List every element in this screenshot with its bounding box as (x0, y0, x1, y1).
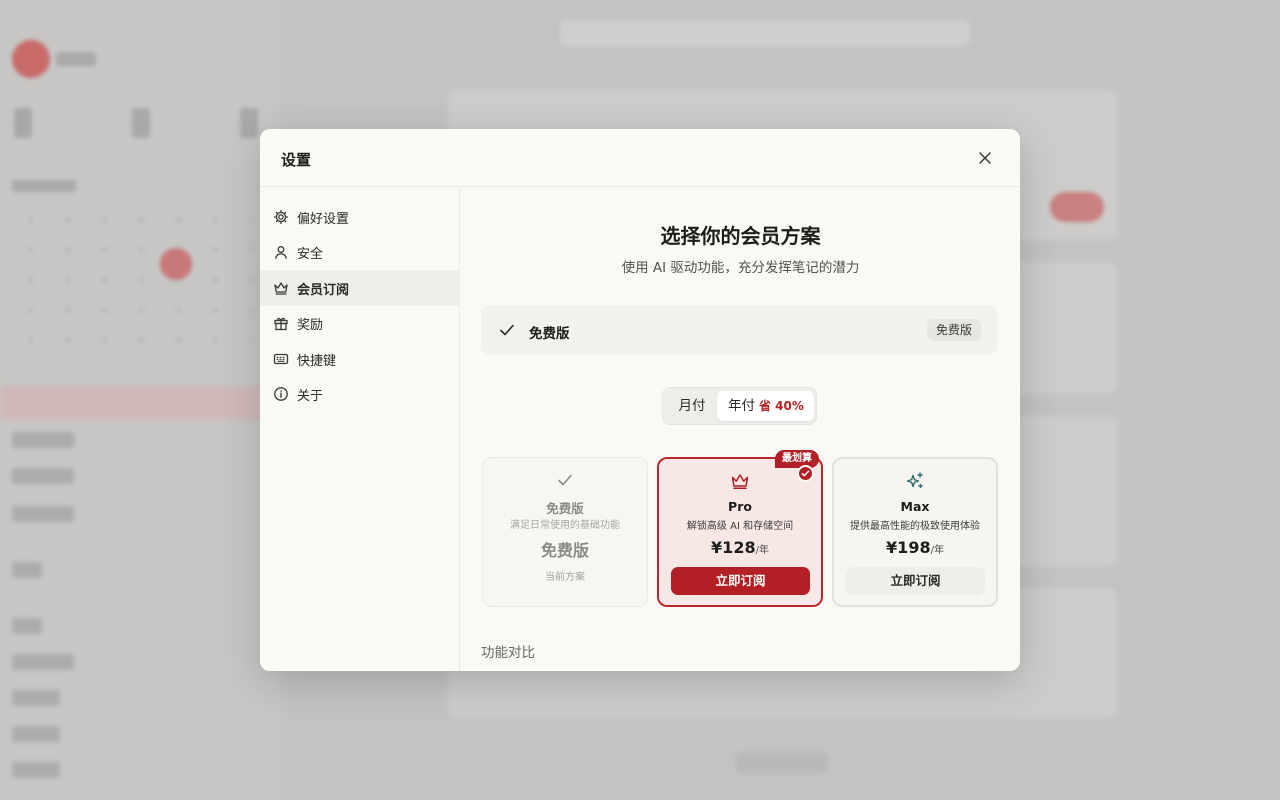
plan-name: Pro (728, 499, 752, 514)
background-nav-item (12, 618, 42, 634)
plan-description: 满足日常使用的基础功能 (510, 520, 620, 531)
settings-modal: 设置 偏好设置 安全 会员订阅 奖励 快捷键 关于 选择你的会员方案 使用 AI… (260, 129, 1020, 671)
sidebar-item-rewards[interactable]: 奖励 (260, 305, 460, 341)
background-nav-item (12, 432, 74, 448)
background-nav-item (12, 654, 74, 670)
plan-price-unit: /年 (755, 545, 769, 556)
subscribe-pro-button[interactable]: 立即订阅 (671, 567, 810, 595)
plan-price-unit: /年 (930, 545, 944, 556)
background-calendar (12, 205, 252, 365)
membership-content: 选择你的会员方案 使用 AI 驱动功能，充分发挥笔记的潜力 免费版 免费版 月付… (461, 187, 1020, 671)
background-nav-item (12, 726, 60, 742)
subscribe-max-button[interactable]: 立即订阅 (846, 567, 985, 595)
plan-card-max[interactable]: Max 提供最高性能的极致使用体验 ¥198/年 立即订阅 (832, 457, 998, 607)
background-nav-item (12, 690, 60, 706)
sidebar-item-preferences[interactable]: 偏好设置 (260, 199, 460, 235)
plan-name: 免费版 (546, 501, 584, 516)
sidebar-item-label: 奖励 (297, 317, 324, 333)
sparkles-icon (834, 471, 996, 491)
plan-price: ¥198/年 (834, 538, 996, 557)
keyboard-icon (273, 351, 289, 367)
background-search (560, 20, 970, 46)
modal-header: 设置 (260, 129, 1020, 187)
page-subtitle: 使用 AI 驱动功能，充分发挥笔记的潜力 (621, 260, 860, 276)
gear-icon (273, 209, 289, 225)
selected-check-icon (797, 465, 814, 482)
billing-save-badge: 省 40% (759, 399, 804, 413)
sidebar-item-label: 安全 (297, 246, 324, 262)
background-nav-item (12, 468, 74, 484)
background-logo-text (56, 52, 96, 66)
sidebar-item-about[interactable]: 关于 (260, 376, 460, 412)
plan-name: Max (900, 499, 930, 514)
plan-price-value: ¥128 (711, 538, 756, 557)
background-stat (240, 108, 258, 138)
settings-sidebar: 偏好设置 安全 会员订阅 奖励 快捷键 关于 (260, 187, 460, 671)
billing-toggle: 月付 年付省 40% (662, 387, 817, 425)
background-pager (736, 752, 828, 774)
plan-card-free[interactable]: 免费版 满足日常使用的基础功能 免费版 当前方案 (482, 457, 648, 607)
plan-card-pro[interactable]: Pro 解锁高级 AI 和存储空间 ¥128/年 立即订阅 (657, 457, 823, 607)
billing-monthly-option[interactable]: 月付 (667, 391, 717, 421)
background-button (1050, 192, 1104, 222)
background-stat (132, 108, 150, 138)
sidebar-item-security[interactable]: 安全 (260, 234, 460, 270)
info-icon (273, 386, 289, 402)
check-icon (500, 324, 514, 336)
sidebar-item-label: 关于 (297, 388, 324, 404)
sidebar-item-label: 会员订阅 (297, 282, 350, 298)
billing-yearly-option[interactable]: 年付省 40% (717, 391, 814, 421)
background-nav-item (12, 762, 60, 778)
page-title: 选择你的会员方案 (660, 224, 821, 248)
plan-status: 当前方案 (545, 572, 585, 583)
background-nav-item (12, 562, 42, 578)
background-stat (14, 108, 32, 138)
crown-icon (273, 280, 289, 296)
plan-price-value: ¥198 (886, 538, 931, 557)
sidebar-item-label: 快捷键 (297, 353, 337, 369)
close-button[interactable] (976, 149, 994, 167)
plan-description: 提供最高性能的极致使用体验 (850, 521, 980, 532)
user-icon (273, 244, 289, 260)
background-nav-active (0, 386, 272, 420)
background-calendar-title (12, 180, 76, 192)
current-plan-banner: 免费版 免费版 (481, 305, 998, 355)
plan-description: 解锁高级 AI 和存储空间 (686, 521, 794, 532)
sidebar-item-shortcuts[interactable]: 快捷键 (260, 341, 460, 377)
feature-compare-title: 功能对比 (481, 645, 535, 661)
check-icon (483, 470, 647, 490)
plan-price: ¥128/年 (659, 538, 821, 557)
current-plan-name: 免费版 (529, 326, 570, 342)
close-icon (979, 152, 991, 164)
background-nav-item (12, 506, 74, 522)
best-value-badge: 最划算 (775, 450, 819, 468)
modal-title: 设置 (281, 151, 312, 169)
plan-price: 免费版 (540, 541, 589, 560)
gift-icon (273, 315, 289, 331)
sidebar-item-membership[interactable]: 会员订阅 (260, 270, 460, 306)
sidebar-item-label: 偏好设置 (297, 211, 350, 227)
billing-yearly-label: 年付 (728, 398, 755, 414)
current-plan-badge: 免费版 (926, 319, 981, 341)
background-logo (12, 40, 50, 78)
background-calendar-today (160, 248, 192, 280)
